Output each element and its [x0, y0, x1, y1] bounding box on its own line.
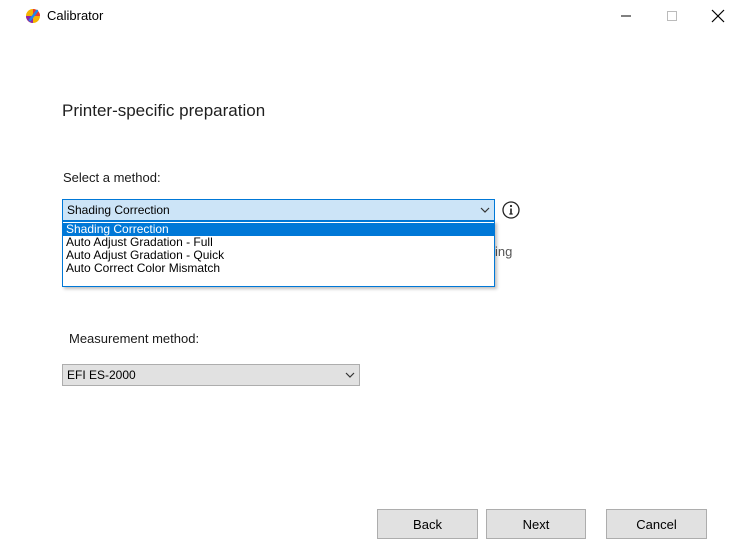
- chevron-down-icon: [345, 372, 355, 378]
- info-icon[interactable]: [501, 200, 521, 220]
- dropdown-option-color-mismatch[interactable]: Auto Correct Color Mismatch: [63, 262, 494, 275]
- method-dropdown-list: Shading Correction Auto Adjust Gradation…: [62, 221, 495, 287]
- measurement-method-label: Measurement method:: [69, 331, 200, 346]
- back-button[interactable]: Back: [377, 509, 478, 539]
- window-title: Calibrator: [47, 8, 104, 23]
- close-icon: [711, 9, 725, 23]
- close-button[interactable]: [695, 0, 740, 32]
- next-button[interactable]: Next: [486, 509, 586, 539]
- calibrator-window: Calibrator Printer-specific preparation …: [0, 0, 740, 542]
- calibrator-app-icon: [26, 9, 40, 23]
- obscured-description-text: ing: [495, 244, 513, 259]
- cancel-button[interactable]: Cancel: [606, 509, 707, 539]
- chevron-down-icon: [480, 207, 490, 213]
- method-select-label: Select a method:: [63, 170, 161, 185]
- measurement-method-select[interactable]: EFI ES-2000: [62, 364, 360, 386]
- title-bar[interactable]: Calibrator: [0, 0, 740, 32]
- maximize-icon: [667, 11, 677, 21]
- minimize-button[interactable]: [603, 0, 649, 32]
- page-title: Printer-specific preparation: [62, 101, 266, 120]
- minimize-icon: [621, 15, 631, 17]
- maximize-button[interactable]: [649, 0, 695, 32]
- measurement-method-value: EFI ES-2000: [67, 368, 136, 382]
- method-select[interactable]: Shading Correction: [62, 199, 495, 221]
- method-select-value: Shading Correction: [67, 203, 170, 217]
